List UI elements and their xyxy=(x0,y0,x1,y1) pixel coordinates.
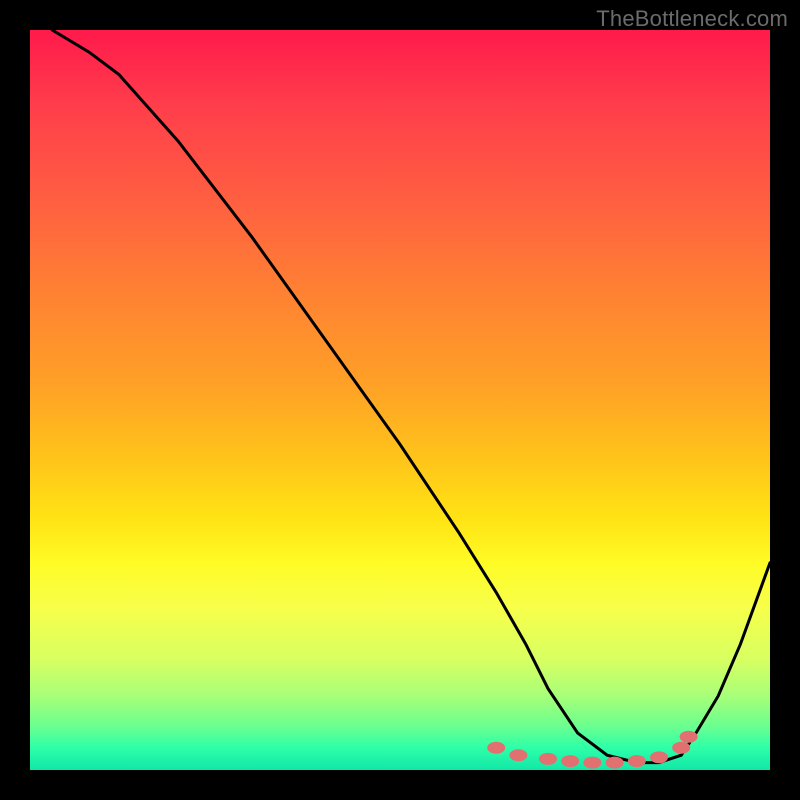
chart-frame: TheBottleneck.com xyxy=(0,0,800,800)
marker-dot xyxy=(672,742,690,754)
marker-dot xyxy=(487,742,505,754)
marker-dot xyxy=(509,749,527,761)
curve-layer xyxy=(30,30,770,770)
marker-dot xyxy=(650,751,668,763)
marker-dot xyxy=(539,753,557,765)
marker-dot xyxy=(628,755,646,767)
plot-area xyxy=(30,30,770,770)
highlight-dots xyxy=(487,731,697,769)
marker-dot xyxy=(583,757,601,769)
marker-dot xyxy=(606,757,624,769)
marker-dot xyxy=(561,755,579,767)
watermark-text: TheBottleneck.com xyxy=(596,6,788,32)
bottleneck-curve xyxy=(52,30,770,763)
marker-dot xyxy=(680,731,698,743)
